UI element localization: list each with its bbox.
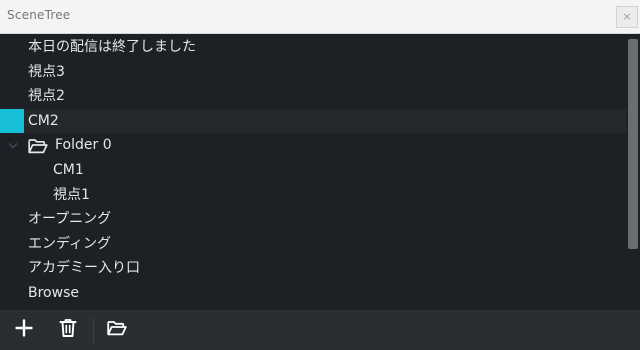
tree-item[interactable]: オープニング <box>0 207 626 232</box>
chevron-down-icon[interactable] <box>7 133 19 158</box>
tree-item-label: 視点3 <box>28 63 65 80</box>
scene-tree: 本日の配信は終了しました 視点3 視点2 CM2 Folder 0 CM1 視点… <box>0 35 626 310</box>
tree-item-label: オープニング <box>28 211 112 228</box>
scrollbar-thumb[interactable] <box>628 39 638 249</box>
tree-item-label: 本日の配信は終了しました <box>28 39 196 55</box>
plus-icon <box>15 319 33 341</box>
close-button[interactable]: × <box>616 6 638 28</box>
tree-item-label: 視点1 <box>53 186 90 203</box>
tree-item[interactable]: CM1 <box>0 158 626 183</box>
tree-item[interactable]: 視点3 <box>0 60 626 85</box>
tree-item[interactable]: Browse <box>0 281 626 306</box>
trash-icon <box>59 318 77 342</box>
add-button[interactable] <box>12 318 36 342</box>
tree-item-selected[interactable]: CM2 <box>0 108 626 134</box>
tree-item-label: エンディング <box>28 235 112 252</box>
tree-item[interactable]: 視点1 <box>0 183 626 208</box>
add-folder-button[interactable] <box>105 318 129 342</box>
tree-item-label: 視点2 <box>28 88 65 105</box>
tree-folder[interactable]: Folder 0 <box>0 133 626 158</box>
tree-item-label: CM2 <box>28 112 59 129</box>
selection-marker <box>0 108 24 134</box>
tree-item-label: アカデミー入り口 <box>28 260 140 277</box>
folder-open-icon <box>28 138 48 154</box>
tree-item[interactable]: アカデミー入り口 <box>0 256 626 281</box>
folder-open-icon <box>107 320 127 340</box>
scene-tree-window: SceneTree × 本日の配信は終了しました 視点3 視点2 CM2 Fol… <box>0 0 640 350</box>
window-title: SceneTree <box>7 8 71 22</box>
vertical-scrollbar[interactable] <box>626 35 640 310</box>
bottom-toolbar <box>0 310 640 350</box>
tree-item[interactable]: エンディング <box>0 232 626 257</box>
delete-button[interactable] <box>56 318 80 342</box>
tree-item-label: Browse <box>28 284 79 301</box>
tree-item[interactable]: 本日の配信は終了しました <box>0 35 626 60</box>
tree-folder-label: Folder 0 <box>55 137 112 154</box>
tree-item-label: CM1 <box>53 161 84 178</box>
toolbar-divider <box>93 318 94 344</box>
tree-item[interactable]: 視点2 <box>0 84 626 109</box>
title-bar[interactable]: SceneTree × <box>0 0 640 34</box>
